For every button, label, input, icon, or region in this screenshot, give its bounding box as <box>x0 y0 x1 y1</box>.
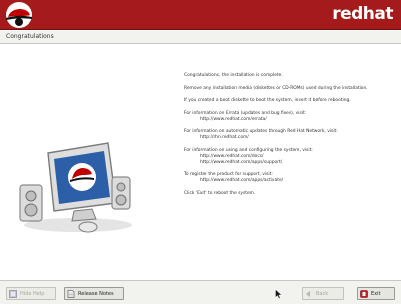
message-paragraph: To register the product for support, vis… <box>184 172 374 184</box>
message-paragraph: For information on Errata (updates and b… <box>184 111 374 123</box>
message-paragraph: For information on automatic updates thr… <box>184 129 374 141</box>
errata-link[interactable]: http://www.redhat.com/errata/ <box>184 117 374 123</box>
message-paragraph: Remove any installation media (diskettes… <box>184 85 368 91</box>
message-paragraph: Congratulations, the installation is com… <box>184 73 283 78</box>
docs-text: For information on using and configuring… <box>184 147 313 153</box>
rhn-text: For information on automatic updates thr… <box>184 129 338 134</box>
completion-message: Congratulations, the installation is com… <box>184 73 374 203</box>
brand-wordmark: redhat <box>332 4 393 24</box>
exit-icon <box>360 289 368 298</box>
header-banner: redhat <box>0 0 401 30</box>
document-icon <box>67 289 75 298</box>
register-link[interactable]: http://www.redhat.com/apps/activate/ <box>184 178 374 184</box>
back-label: Back <box>316 290 329 297</box>
mouse-pointer-icon <box>275 289 282 299</box>
message-paragraph: If you created a boot diskette to boot t… <box>184 98 351 103</box>
errata-text: For information on Errata (updates and b… <box>184 110 307 116</box>
shadowman-logo-icon <box>6 2 32 28</box>
support-link[interactable]: http://www.redhat.com/apps/support/ <box>184 160 374 166</box>
message-paragraph: For information on using and configuring… <box>184 148 374 166</box>
title-bar: Congratulations <box>0 31 401 44</box>
release-notes-label: Release Notes <box>78 290 114 297</box>
main-panel: Congratulations, the installation is com… <box>0 45 401 279</box>
back-button[interactable]: Back <box>302 287 344 300</box>
message-paragraph: Click 'Exit' to reboot the system. <box>184 190 256 196</box>
register-text: To register the product for support, vis… <box>184 172 273 177</box>
back-arrow-icon <box>306 290 310 297</box>
rhn-link[interactable]: http://rhn.redhat.com/ <box>184 135 374 141</box>
button-bar: Hide Help Release Notes Back Exit <box>0 280 401 304</box>
exit-button[interactable]: Exit <box>357 287 395 300</box>
page-title: Congratulations <box>6 33 54 40</box>
help-icon <box>9 289 17 298</box>
hide-help-button[interactable]: Hide Help <box>6 287 56 300</box>
computer-illustration-icon <box>19 142 132 233</box>
exit-label: Exit <box>371 290 381 297</box>
hide-help-label: Hide Help <box>20 290 45 297</box>
release-notes-button[interactable]: Release Notes <box>64 287 124 300</box>
